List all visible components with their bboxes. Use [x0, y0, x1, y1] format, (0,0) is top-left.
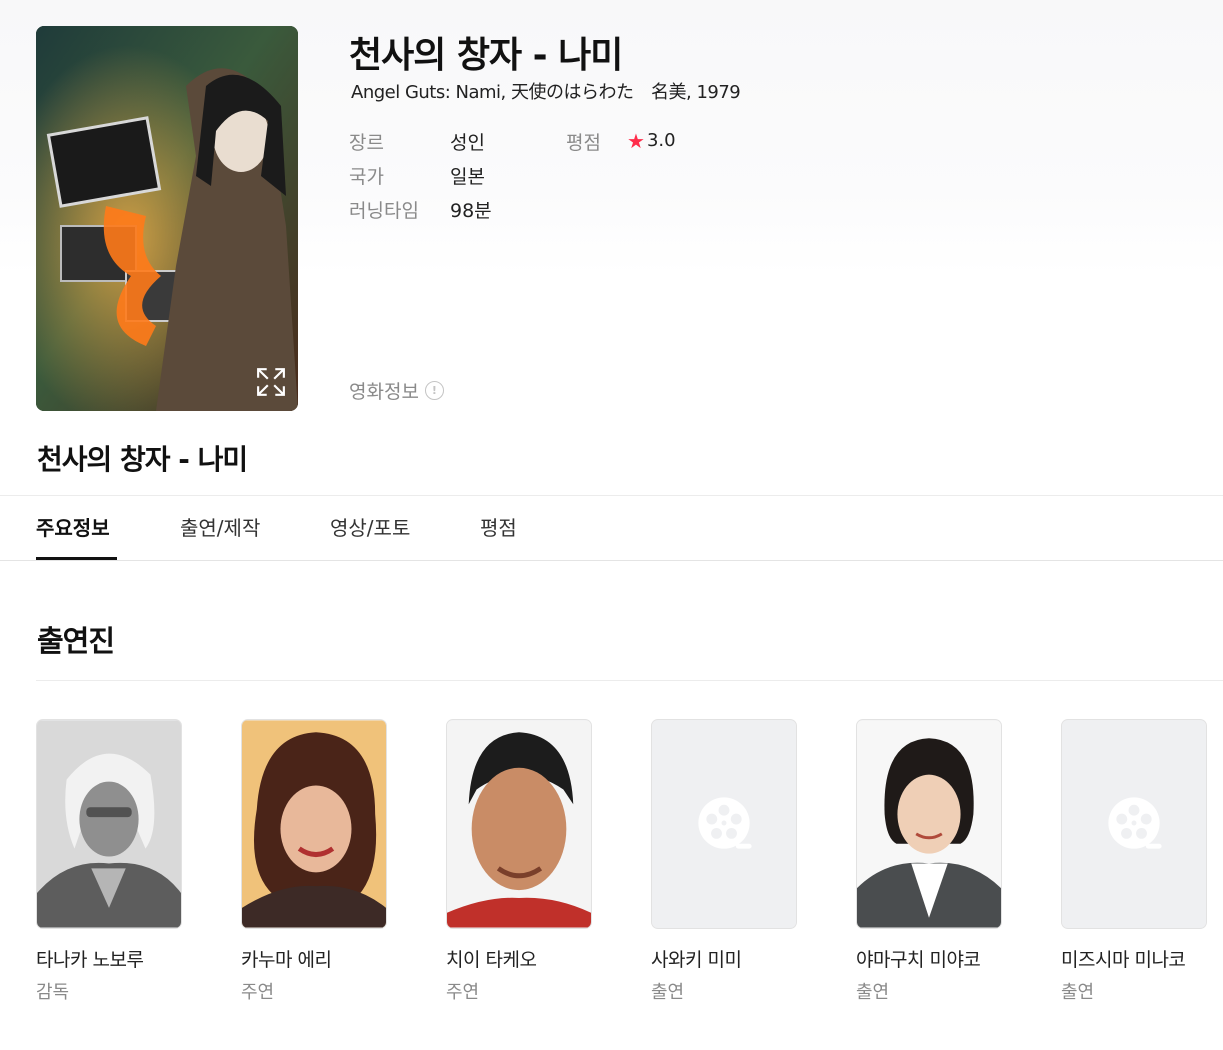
person-photo: [446, 719, 592, 929]
movie-info-link[interactable]: 영화정보 !: [349, 377, 444, 404]
genre-value: 성인: [450, 132, 485, 154]
country-label: 국가: [349, 166, 384, 188]
info-icon[interactable]: !: [424, 381, 444, 400]
cast-name: 카누마 에리: [241, 949, 332, 971]
movie-info-label: 영화정보: [349, 381, 419, 403]
section-movie-title: 천사의 창자 - 나미: [37, 443, 248, 476]
cast-role: 출연: [651, 982, 685, 1003]
cast-name: 치이 타케오: [446, 949, 537, 971]
cast-role: 주연: [446, 982, 480, 1003]
tab-main-info[interactable]: 주요정보: [36, 512, 110, 541]
film-reel-placeholder-icon: [1061, 719, 1207, 929]
cast-name: 타나카 노보루: [36, 949, 144, 971]
cast-card[interactable]: 타나카 노보루 감독: [36, 719, 182, 1004]
cast-name: 사와키 미미: [651, 949, 742, 971]
rating-value: 3.0: [646, 130, 676, 151]
movie-subtitle: Angel Guts: Nami, 天使のはらわた 名美, 1979: [351, 82, 741, 103]
country-value: 일본: [450, 166, 485, 188]
star-icon: ★: [627, 128, 645, 153]
cast-section-title: 출연진: [37, 624, 115, 658]
tab-ratings[interactable]: 평점: [480, 512, 517, 541]
person-photo: [856, 719, 1002, 929]
movie-poster[interactable]: [36, 26, 298, 411]
cast-role: 출연: [1061, 982, 1095, 1003]
cast-role: 감독: [36, 982, 70, 1003]
cast-card[interactable]: 야마구치 미야코 출연: [856, 719, 1002, 1004]
cast-card[interactable]: 카누마 에리 주연: [241, 719, 387, 1004]
cast-section-divider: [36, 680, 1223, 681]
cast-role: 출연: [856, 982, 890, 1003]
person-photo-bw: [36, 719, 182, 929]
cast-card[interactable]: 사와키 미미 출연: [651, 719, 797, 1004]
cast-card[interactable]: 미즈시마 미나코 출연: [1061, 719, 1207, 1004]
cast-card[interactable]: 치이 타케오 주연: [446, 719, 592, 1004]
runtime-label: 러닝타임: [349, 200, 419, 222]
cast-name: 야마구치 미야코: [856, 949, 981, 971]
cast-name: 미즈시마 미나코: [1061, 949, 1186, 971]
film-reel-placeholder-icon: [651, 719, 797, 929]
tab-video-photo[interactable]: 영상/포토: [330, 512, 410, 541]
rating-label: 평점: [566, 132, 601, 154]
runtime-value: 98분: [450, 200, 492, 222]
movie-title: 천사의 창자 - 나미: [349, 35, 623, 76]
tabs-divider-top: [0, 495, 1223, 496]
cast-role: 주연: [241, 982, 275, 1003]
expand-icon[interactable]: [256, 367, 286, 397]
rating-value-group: ★ 3.0: [627, 130, 676, 151]
genre-label: 장르: [349, 132, 384, 154]
tab-cast-crew[interactable]: 출연/제작: [180, 512, 260, 541]
tabs-divider-bottom: [0, 560, 1223, 561]
person-photo: [241, 719, 387, 929]
